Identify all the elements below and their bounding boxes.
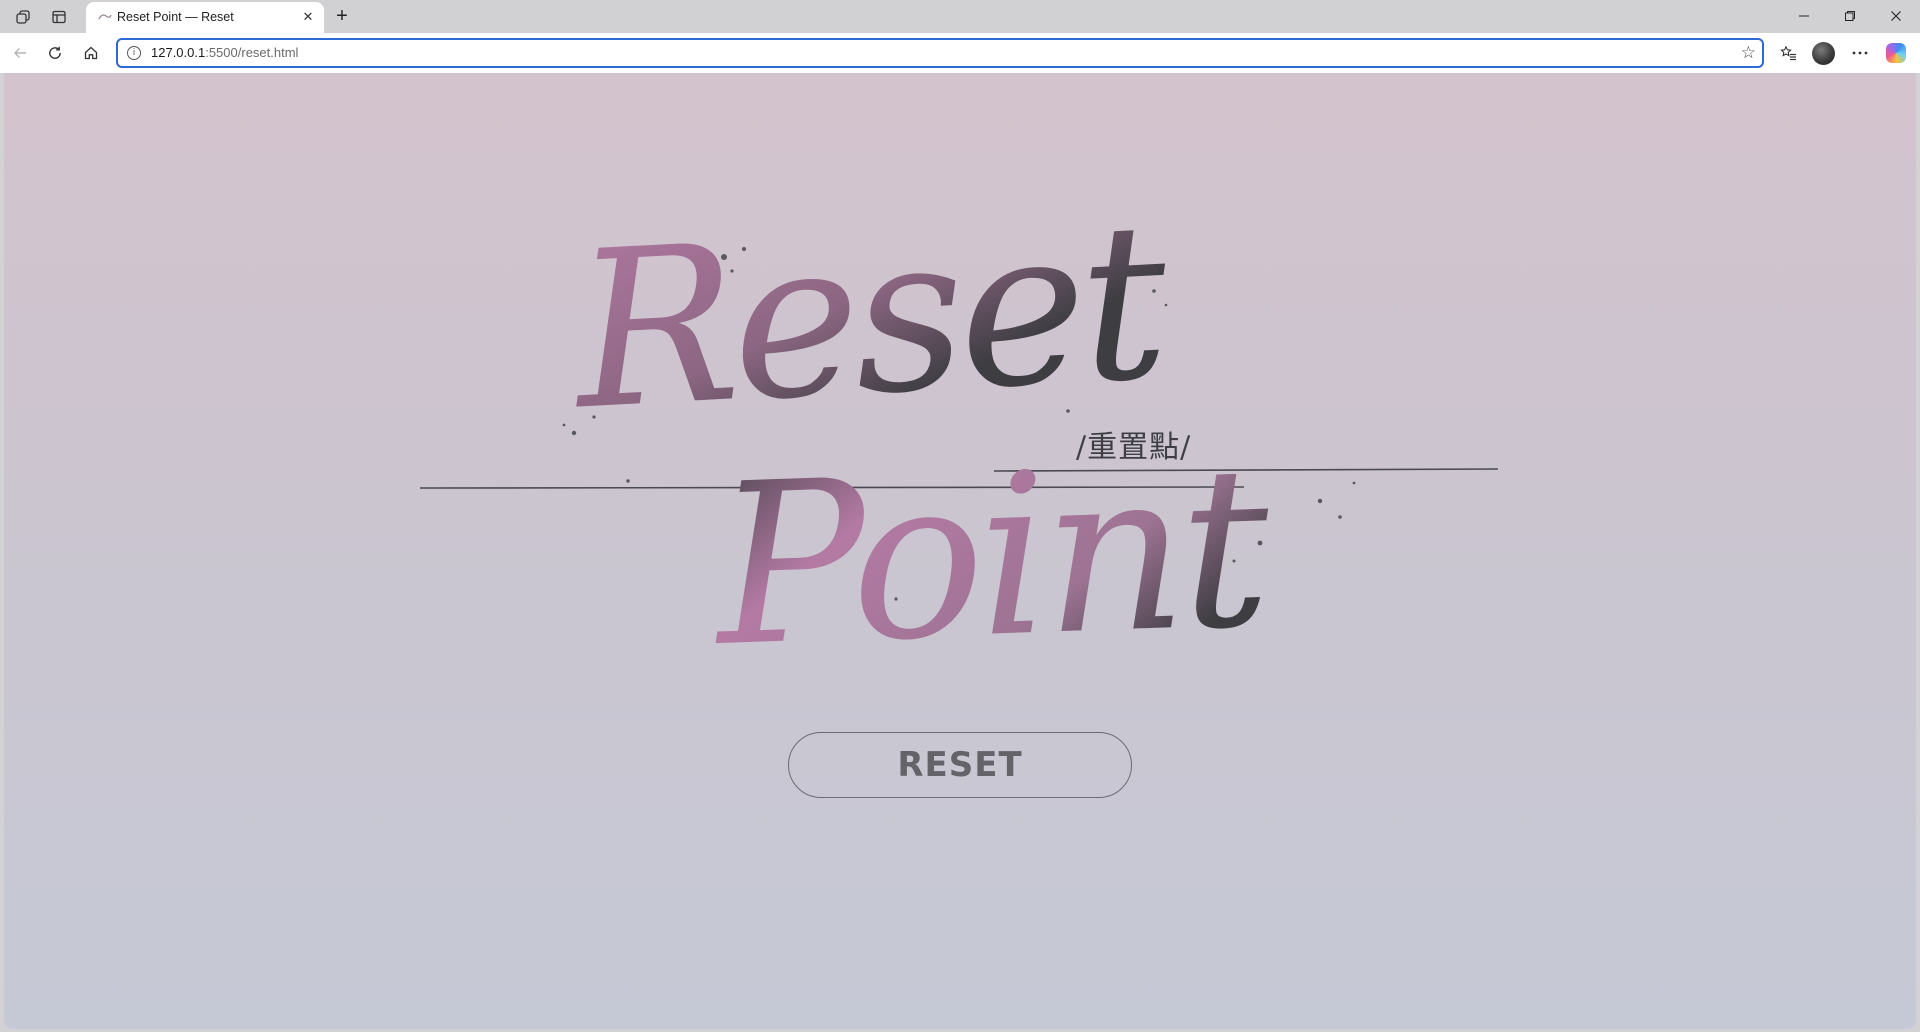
url-text[interactable]: 127.0.0.1:5500/reset.html	[151, 45, 298, 60]
back-arrow-icon[interactable]	[8, 41, 32, 65]
window-close-icon[interactable]	[1873, 5, 1919, 27]
reset-button[interactable]: RESET	[788, 732, 1132, 798]
plus-icon[interactable]: +	[332, 5, 352, 27]
page-viewport: Reset Point /重置點/ RESET	[4, 73, 1916, 1029]
address-bar[interactable]: i 127.0.0.1:5500/reset.html ☆	[116, 38, 1764, 68]
tab-actions-icon[interactable]	[49, 7, 69, 27]
logo-subtitle: /重置點/	[1076, 430, 1192, 465]
profile-avatar[interactable]	[1812, 42, 1835, 65]
more-icon[interactable]	[1848, 41, 1872, 65]
minimize-icon[interactable]	[1781, 5, 1827, 27]
copilot-icon[interactable]	[1886, 43, 1906, 63]
favorites-icon[interactable]	[1776, 41, 1800, 65]
refresh-icon[interactable]	[43, 41, 67, 65]
tab-bar: Reset Point — Reset ✕ +	[0, 0, 1920, 33]
tab-title: Reset Point — Reset	[117, 10, 234, 24]
active-tab[interactable]: Reset Point — Reset ✕	[86, 2, 324, 33]
reset-point-logo: Reset Point /重置點/	[4, 73, 1916, 1029]
workspaces-icon[interactable]	[13, 7, 33, 27]
logo-word-reset: Reset	[565, 176, 1174, 458]
star-icon[interactable]: ☆	[1741, 43, 1756, 63]
restore-icon[interactable]	[1827, 5, 1873, 27]
info-icon[interactable]: i	[127, 46, 141, 60]
browser-toolbar: i 127.0.0.1:5500/reset.html ☆	[0, 33, 1920, 73]
tab-favicon-icon	[98, 14, 112, 20]
close-icon[interactable]: ✕	[300, 9, 316, 25]
home-icon[interactable]	[79, 41, 103, 65]
